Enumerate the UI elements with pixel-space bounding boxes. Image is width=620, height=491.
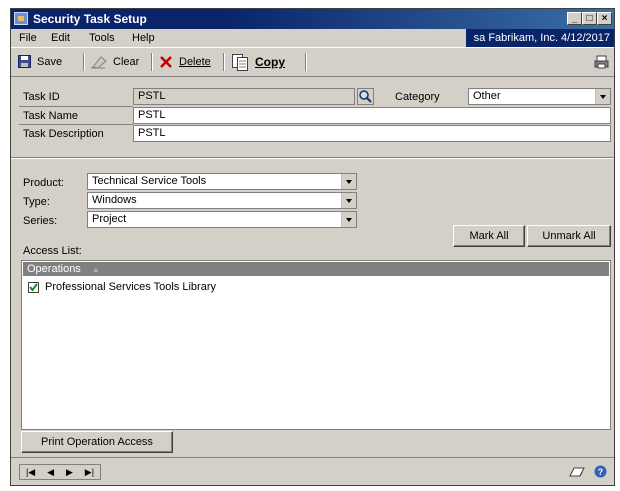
previous-record-icon[interactable]: ◀ (47, 467, 54, 478)
magnifier-icon (357, 88, 374, 105)
menu-tools[interactable]: Tools (89, 32, 115, 44)
task-info-panel: Task ID PSTL Category Other Task Name PS… (19, 88, 611, 144)
copy-button[interactable]: Copy (231, 53, 285, 71)
operations-header-label: Operations (27, 263, 81, 275)
chevron-down-icon (341, 193, 356, 208)
task-id-field[interactable]: PSTL (133, 88, 355, 105)
menu-edit[interactable]: Edit (51, 32, 70, 44)
series-value: Project (92, 213, 127, 225)
help-icon: ? (594, 465, 607, 478)
delete-label: Delete (179, 56, 211, 68)
toolbar-separator (151, 53, 153, 71)
task-description-label: Task Description (23, 128, 104, 140)
print-operation-access-button[interactable]: Print Operation Access (21, 431, 173, 453)
mark-all-label: Mark All (469, 230, 509, 242)
task-name-field[interactable]: PSTL (133, 107, 611, 124)
save-button[interactable]: Save (18, 55, 62, 68)
task-name-value: PSTL (138, 109, 166, 121)
window-app-icon (14, 12, 28, 25)
svg-text:?: ? (598, 467, 604, 477)
section-divider (11, 157, 614, 159)
chevron-down-icon (341, 174, 356, 189)
clear-button[interactable]: Clear (91, 55, 139, 69)
save-icon (18, 55, 31, 68)
category-label: Category (395, 91, 440, 103)
access-list-label: Access List: (23, 245, 82, 257)
copy-document-icon (232, 54, 248, 71)
task-description-value: PSTL (138, 127, 166, 139)
access-list[interactable]: Operations ▲ Professional Services Tools… (21, 260, 611, 430)
checkmark-icon (29, 282, 38, 292)
menu-help[interactable]: Help (132, 32, 155, 44)
series-label: Series: (23, 215, 58, 227)
row-divider (19, 124, 133, 125)
print-operation-access-label: Print Operation Access (41, 436, 153, 448)
chevron-down-icon (341, 212, 356, 227)
window-title: Security Task Setup (33, 12, 147, 26)
task-name-label: Task Name (23, 110, 79, 122)
category-value: Other (473, 90, 501, 102)
operations-column-header[interactable]: Operations ▲ (23, 262, 609, 276)
type-value: Windows (92, 194, 137, 206)
delete-x-icon (160, 56, 172, 68)
toolbar-separator (223, 53, 225, 71)
delete-button[interactable]: Delete (159, 55, 211, 69)
record-navigation: |◀ ◀ ▶ ▶| (19, 464, 101, 480)
security-task-setup-window: Security Task Setup _ □ × File Edit Tool… (10, 8, 615, 486)
type-label: Type: (23, 196, 50, 208)
series-dropdown[interactable]: Project (87, 211, 357, 228)
eraser-icon (91, 56, 107, 69)
next-record-icon[interactable]: ▶ (66, 467, 73, 478)
menu-file[interactable]: File (19, 32, 37, 44)
mark-all-button[interactable]: Mark All (453, 225, 525, 247)
list-item[interactable]: Professional Services Tools Library (28, 281, 216, 293)
product-value: Technical Service Tools (92, 175, 207, 187)
user-company-date: sa Fabrikam, Inc. 4/12/2017 (466, 29, 614, 47)
toolbar-separator (305, 53, 307, 71)
save-label: Save (37, 55, 63, 68)
task-id-label: Task ID (23, 91, 60, 103)
note-icon (569, 467, 585, 477)
list-item-label: Professional Services Tools Library (45, 281, 216, 293)
first-record-icon[interactable]: |◀ (26, 467, 35, 478)
category-dropdown[interactable]: Other (468, 88, 611, 105)
toolbar: Save Clear Delete Copy (11, 47, 614, 77)
row-divider (19, 106, 133, 107)
printer-icon (594, 55, 609, 69)
status-bar: |◀ ◀ ▶ ▶| ? (11, 457, 614, 485)
task-description-field[interactable]: PSTL (133, 125, 611, 142)
title-bar: Security Task Setup _ □ × (11, 9, 614, 29)
unmark-all-label: Unmark All (542, 230, 596, 242)
last-record-icon[interactable]: ▶| (85, 467, 94, 478)
sort-ascending-icon: ▲ (91, 265, 100, 274)
unmark-all-button[interactable]: Unmark All (527, 225, 611, 247)
clear-label: Clear (113, 56, 140, 68)
checkbox[interactable] (28, 281, 39, 293)
product-label: Product: (23, 177, 64, 189)
chevron-down-icon (595, 89, 610, 104)
print-button[interactable] (594, 55, 609, 72)
task-id-lookup-button[interactable] (357, 88, 374, 105)
copy-label: Copy (255, 55, 285, 69)
product-dropdown[interactable]: Technical Service Tools (87, 173, 357, 190)
note-button[interactable] (569, 465, 585, 482)
maximize-button[interactable]: □ (582, 12, 597, 25)
minimize-button[interactable]: _ (567, 12, 582, 25)
close-button[interactable]: × (597, 12, 612, 25)
type-dropdown[interactable]: Windows (87, 192, 357, 209)
task-id-value: PSTL (138, 90, 166, 102)
toolbar-separator (83, 53, 85, 71)
help-button[interactable]: ? (594, 465, 607, 481)
